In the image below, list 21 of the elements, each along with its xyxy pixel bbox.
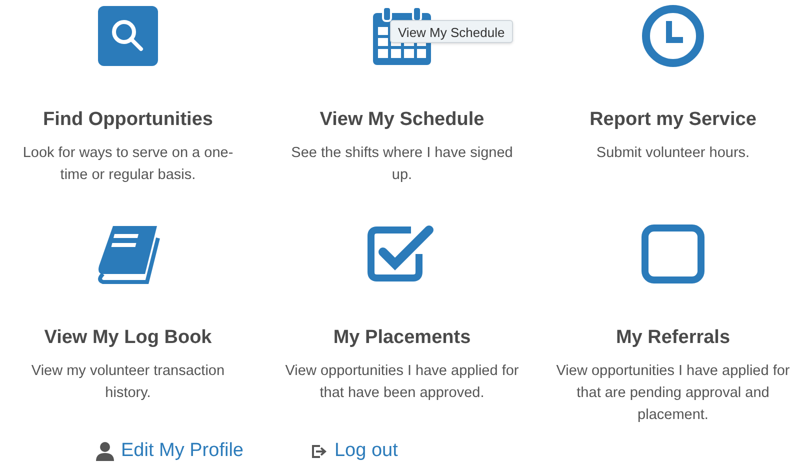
user-icon — [95, 441, 115, 462]
tile-description: View opportunities I have applied for that have been approved. — [285, 362, 519, 403]
tile-description: See the shifts where I have signed up. — [290, 144, 514, 185]
tile-description: View my volunteer transaction history. — [30, 362, 226, 403]
logout-icon — [311, 444, 328, 459]
tile-title[interactable]: Find Opportunities — [43, 107, 213, 133]
search-icon — [98, 6, 158, 66]
link[interactable]: Edit My Profile — [121, 437, 244, 464]
tile-title[interactable]: My Placements — [333, 325, 471, 351]
tile-description: Submit volunteer hours. — [595, 144, 751, 163]
tile-title[interactable]: View My Log Book — [44, 325, 212, 351]
tile-description: View opportunities I have applied for that are pending approval and placement. — [556, 362, 790, 425]
book-icon — [95, 224, 161, 284]
tile-title[interactable]: View My Schedule — [320, 107, 484, 133]
link[interactable]: Log out — [334, 437, 398, 464]
tile-description: Look for ways to serve on a one-time or regular basis. — [22, 144, 234, 185]
tile-title[interactable]: Report my Service — [590, 107, 756, 133]
tile-title[interactable]: My Referrals — [616, 325, 730, 351]
clock-icon — [641, 4, 705, 68]
tooltip: View My Schedule — [390, 20, 513, 43]
square-icon — [641, 224, 705, 284]
